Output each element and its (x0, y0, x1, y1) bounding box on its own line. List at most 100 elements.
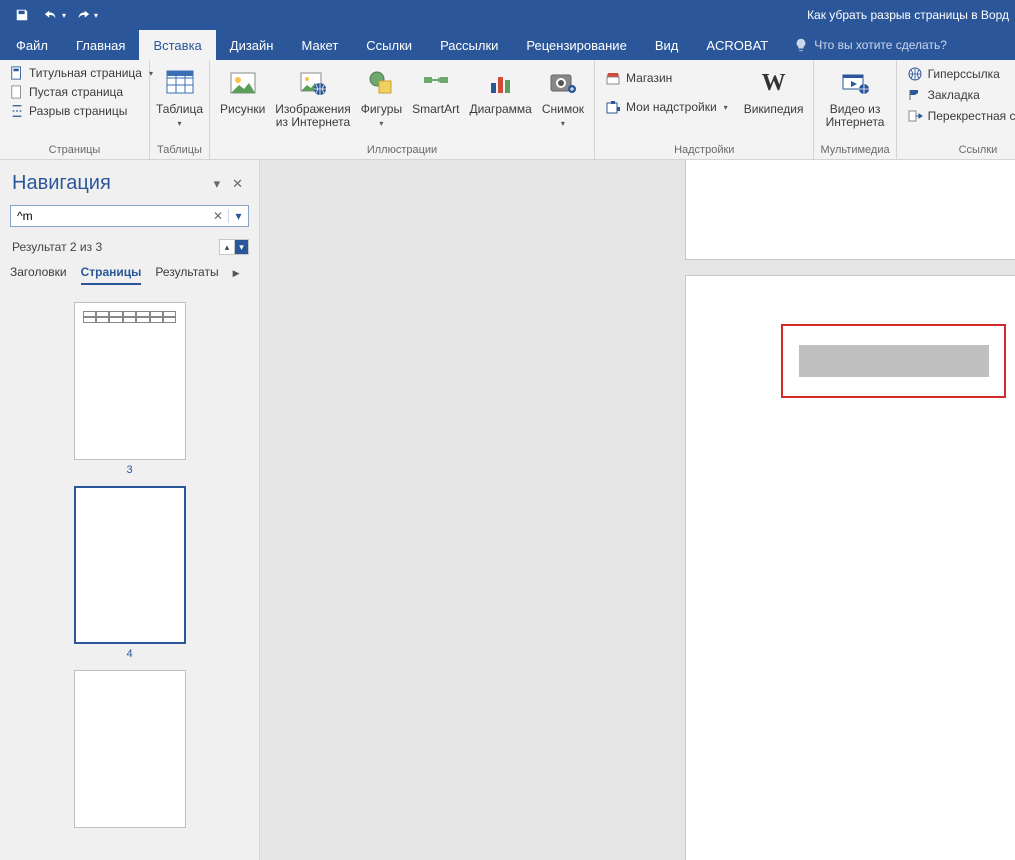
group-pages-label: Страницы (6, 142, 143, 159)
tab-references[interactable]: Ссылки (352, 30, 426, 60)
group-tables: Таблица▾ Таблицы (150, 60, 210, 159)
page-break-button[interactable]: Разрыв страницы (6, 102, 157, 120)
tab-design[interactable]: Дизайн (216, 30, 288, 60)
group-links-label: Ссылки (903, 142, 1015, 159)
smartart-button[interactable]: SmartArt (408, 62, 463, 116)
nav-search-dropdown[interactable]: ▾ (228, 209, 248, 223)
table-label: Таблица (156, 102, 203, 116)
online-video-button[interactable]: Видео изИнтернета (822, 62, 889, 129)
blank-page-label: Пустая страница (29, 85, 123, 99)
online-pictures-button[interactable]: Изображенияиз Интернета (271, 62, 354, 129)
chart-button[interactable]: Диаграмма (465, 62, 535, 116)
chart-label: Диаграмма (469, 101, 531, 116)
online-pictures-icon (298, 69, 328, 97)
nav-title: Навигация (12, 172, 208, 195)
store-button[interactable]: Магазин (601, 68, 732, 88)
nav-tab-overflow[interactable]: ▶ (233, 268, 240, 279)
hyperlink-button[interactable]: Гиперссылка (903, 64, 1015, 84)
group-tables-label: Таблицы (156, 142, 203, 159)
smartart-label: SmartArt (412, 101, 459, 116)
screenshot-button[interactable]: Снимок▾ (538, 62, 588, 130)
my-addins-button[interactable]: Мои надстройки▾ (601, 97, 732, 117)
tab-layout[interactable]: Макет (287, 30, 352, 60)
page-thumbnail[interactable] (74, 670, 186, 832)
nav-thumbnails: 34 (0, 286, 259, 860)
nav-tab-headings[interactable]: Заголовки (10, 261, 67, 285)
crossref-button[interactable]: Перекрестная ссылка (903, 106, 1015, 126)
nav-next-result[interactable]: ▾ (234, 240, 248, 254)
nav-search-box[interactable]: ✕ ▾ (10, 205, 249, 227)
page-previous-bottom (685, 160, 1015, 260)
tab-review[interactable]: Рецензирование (512, 30, 640, 60)
group-links: Гиперссылка Закладка Перекрестная ссылка… (897, 60, 1015, 159)
title-bar: ▾ ▾ Как убрать разрыв страницы в Ворд (0, 0, 1015, 30)
save-button[interactable] (8, 3, 36, 27)
shapes-label: Фигуры (361, 102, 402, 116)
ribbon-tabs: Файл Главная Вставка Дизайн Макет Ссылки… (0, 30, 1015, 60)
bookmark-label: Закладка (928, 88, 980, 102)
navigation-pane: Навигация ▾ ✕ ✕ ▾ Результат 2 из 3 ▴ ▾ З… (0, 160, 260, 860)
pictures-button[interactable]: Рисунки (216, 62, 269, 116)
group-illustrations: Рисунки Изображенияиз Интернета Фигуры▾ … (210, 60, 595, 159)
page-break-icon (10, 104, 24, 118)
blank-page-button[interactable]: Пустая страница (6, 83, 157, 101)
tab-home[interactable]: Главная (62, 30, 139, 60)
chart-icon (487, 69, 515, 97)
store-label: Магазин (626, 71, 672, 85)
wikipedia-icon: W (762, 70, 786, 97)
undo-button[interactable]: ▾ (40, 3, 68, 27)
bookmark-button[interactable]: Закладка (903, 85, 1015, 105)
nav-tab-pages[interactable]: Страницы (81, 261, 142, 285)
tab-file[interactable]: Файл (2, 30, 62, 60)
tab-view[interactable]: Вид (641, 30, 693, 60)
tell-me-placeholder: Что вы хотите сделать? (814, 38, 947, 52)
nav-search-clear[interactable]: ✕ (208, 209, 228, 223)
lightbulb-icon (794, 38, 808, 52)
document-area[interactable] (260, 160, 1015, 860)
wikipedia-button[interactable]: W Википедия (740, 62, 808, 116)
my-addins-label: Мои надстройки (626, 100, 717, 114)
title-page-label: Титульная страница (29, 66, 142, 80)
nav-tab-results[interactable]: Результаты (155, 261, 218, 285)
page-thumbnail[interactable]: 4 (74, 486, 186, 660)
shapes-icon (367, 69, 395, 97)
page-thumbnail[interactable]: 3 (74, 302, 186, 476)
group-addins-label: Надстройки (601, 142, 807, 159)
tell-me[interactable]: Что вы хотите сделать? (782, 30, 959, 60)
shapes-button[interactable]: Фигуры▾ (357, 62, 406, 130)
title-page-button[interactable]: Титульная страница▾ (6, 64, 157, 82)
thumb-number (74, 828, 186, 832)
nav-prev-result[interactable]: ▴ (220, 240, 234, 254)
group-media-label: Мультимедиа (820, 142, 889, 159)
bookmark-icon (907, 87, 923, 103)
screenshot-icon (548, 69, 578, 97)
thumb-number: 3 (74, 460, 186, 476)
tab-insert[interactable]: Вставка (139, 30, 215, 60)
table-icon (165, 69, 195, 97)
store-icon (605, 70, 621, 86)
crossref-icon (907, 108, 923, 124)
hyperlink-label: Гиперссылка (928, 67, 1000, 81)
highlighted-region (781, 324, 1006, 398)
nav-result-text: Результат 2 из 3 (12, 240, 102, 254)
page-break-label: Разрыв страницы (29, 104, 127, 118)
group-pages: Титульная страница▾ Пустая страница Разр… (0, 60, 150, 159)
nav-options-button[interactable]: ▾ (208, 176, 227, 192)
nav-close-button[interactable]: ✕ (226, 176, 249, 192)
group-media: Видео изИнтернета Мультимедиа (814, 60, 896, 159)
wikipedia-label: Википедия (744, 101, 804, 116)
pictures-icon (228, 69, 258, 97)
screenshot-label: Снимок (542, 102, 584, 116)
video-icon (840, 69, 870, 97)
addins-icon (605, 99, 621, 115)
tab-acrobat[interactable]: ACROBAT (692, 30, 782, 60)
redo-button[interactable]: ▾ (72, 3, 100, 27)
blank-page-icon (10, 85, 24, 99)
table-button[interactable]: Таблица▾ (156, 62, 203, 130)
nav-search-input[interactable] (11, 209, 208, 223)
pictures-label: Рисунки (220, 101, 265, 116)
workspace: Навигация ▾ ✕ ✕ ▾ Результат 2 из 3 ▴ ▾ З… (0, 160, 1015, 860)
tab-mailings[interactable]: Рассылки (426, 30, 512, 60)
nav-result-arrows: ▴ ▾ (219, 239, 249, 255)
crossref-label: Перекрестная ссылка (928, 109, 1015, 123)
